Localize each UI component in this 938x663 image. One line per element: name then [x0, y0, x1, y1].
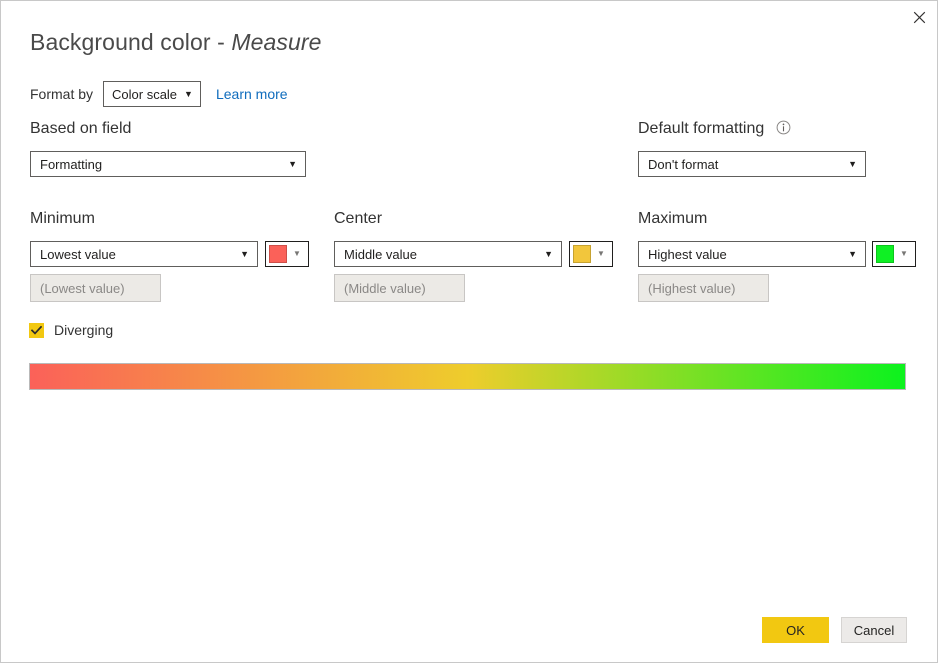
dialog-title: Background color - Measure: [30, 29, 322, 56]
center-color-swatch: [573, 245, 591, 263]
default-formatting-dropdown[interactable]: Don't format ▼: [638, 151, 866, 177]
center-color-picker[interactable]: ▼: [569, 241, 613, 267]
chevron-down-icon: ▼: [848, 158, 857, 169]
maximum-type-value: Highest value: [648, 246, 727, 262]
format-by-row: Format by Color scale ▼ Learn more: [30, 81, 288, 107]
minimum-value-placeholder: (Lowest value): [40, 280, 125, 296]
minimum-value-input[interactable]: (Lowest value): [30, 274, 161, 302]
diverging-checkbox[interactable]: [29, 322, 44, 338]
minimum-heading-text: Minimum: [30, 210, 95, 227]
center-type-value: Middle value: [344, 246, 417, 262]
center-value-input[interactable]: (Middle value): [334, 274, 465, 302]
based-on-field-dropdown[interactable]: Formatting ▼: [30, 151, 306, 177]
chevron-down-icon: ▼: [288, 158, 297, 169]
cancel-button-label: Cancel: [853, 622, 895, 638]
chevron-down-icon: ▼: [848, 248, 857, 259]
center-heading: Center: [334, 210, 382, 228]
chevron-down-icon: ▼: [240, 248, 249, 259]
ok-button[interactable]: OK: [762, 617, 829, 643]
minimum-color-picker[interactable]: ▼: [265, 241, 309, 267]
ok-button-label: OK: [786, 622, 805, 638]
background-color-dialog: Background color - Measure Format by Col…: [0, 0, 938, 663]
format-by-label: Format by: [30, 86, 94, 102]
chevron-down-icon: ▼: [293, 249, 301, 258]
maximum-type-dropdown[interactable]: Highest value ▼: [638, 241, 866, 267]
minimum-heading: Minimum: [30, 210, 95, 228]
center-value-placeholder: (Middle value): [344, 280, 426, 296]
chevron-down-icon: ▼: [597, 249, 605, 258]
minimum-type-dropdown[interactable]: Lowest value ▼: [30, 241, 258, 267]
chevron-down-icon: ▼: [900, 249, 908, 258]
center-heading-text: Center: [334, 210, 383, 227]
info-icon[interactable]: [776, 120, 791, 140]
close-icon: [913, 11, 925, 23]
diverging-checkbox-row[interactable]: Diverging: [29, 321, 113, 339]
close-button[interactable]: [899, 1, 937, 33]
center-type-dropdown[interactable]: Middle value ▼: [334, 241, 562, 267]
based-on-field-heading-text: Based on field: [30, 120, 132, 137]
dialog-title-main: Background color -: [30, 29, 232, 55]
default-formatting-heading-text: Default formatting: [638, 120, 765, 137]
maximum-color-swatch: [876, 245, 894, 263]
checkmark-icon: [31, 325, 42, 335]
chevron-down-icon: ▼: [544, 248, 553, 259]
maximum-color-picker[interactable]: ▼: [872, 241, 916, 267]
dialog-title-measure: Measure: [231, 29, 322, 55]
maximum-value-input[interactable]: (Highest value): [638, 274, 769, 302]
learn-more-link[interactable]: Learn more: [216, 86, 288, 102]
maximum-heading-text: Maximum: [638, 210, 708, 227]
default-formatting-value: Don't format: [648, 156, 719, 172]
based-on-field-heading: Based on field: [30, 120, 131, 138]
minimum-color-swatch: [269, 245, 287, 263]
maximum-heading: Maximum: [638, 210, 707, 228]
diverging-label: Diverging: [54, 322, 114, 338]
cancel-button[interactable]: Cancel: [841, 617, 907, 643]
default-formatting-heading: Default formatting: [638, 120, 791, 140]
chevron-down-icon: ▼: [184, 88, 193, 99]
gradient-preview-bar: [29, 363, 906, 390]
minimum-type-value: Lowest value: [40, 246, 116, 262]
format-by-dropdown[interactable]: Color scale ▼: [103, 81, 201, 107]
format-by-value: Color scale: [112, 86, 178, 102]
maximum-value-placeholder: (Highest value): [648, 280, 736, 296]
based-on-field-value: Formatting: [40, 156, 103, 172]
